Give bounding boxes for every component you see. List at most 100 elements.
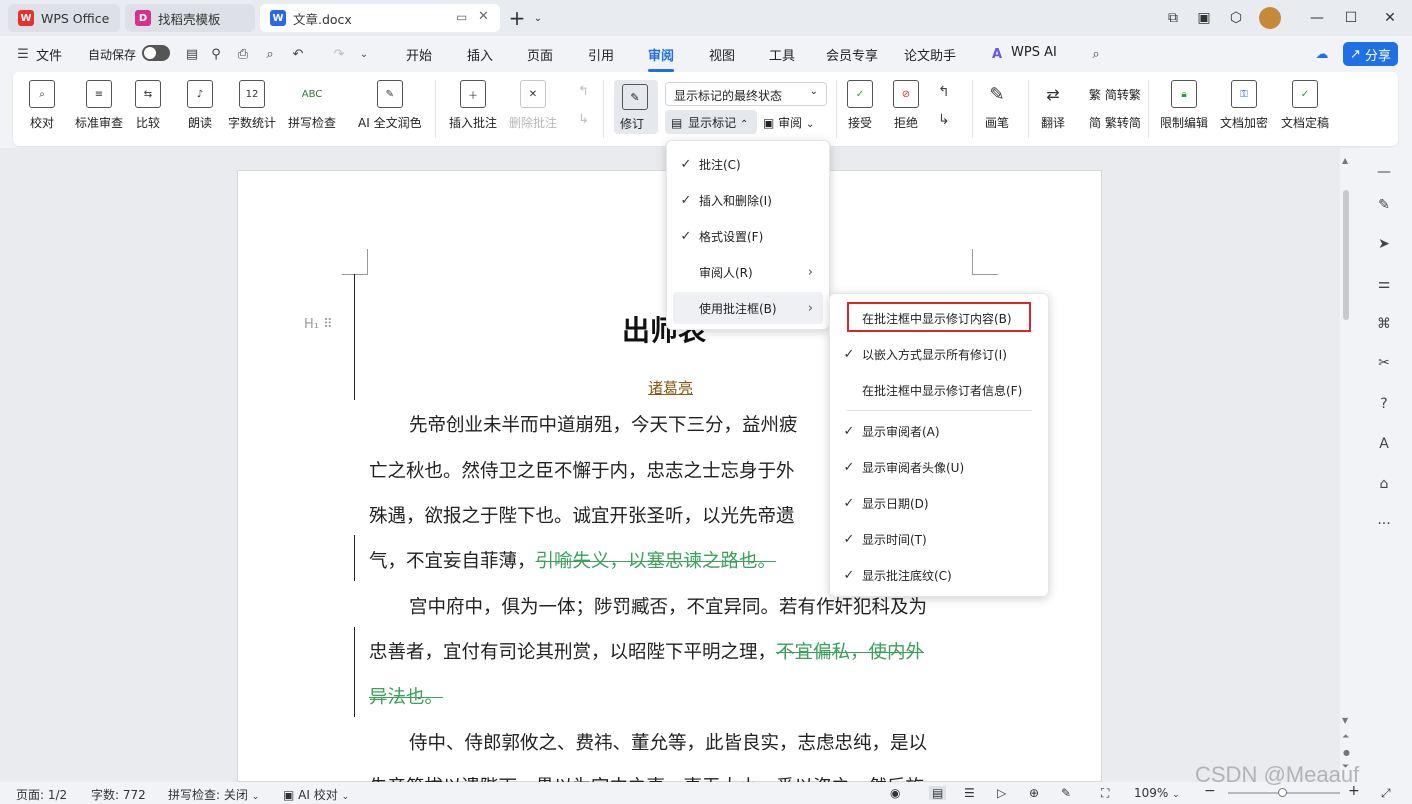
cloud-upload-icon[interactable]: ☁	[1313, 45, 1331, 63]
spell-check-status[interactable]: 拼写检查: 关闭 ⌄	[168, 786, 259, 803]
translate-button[interactable]: ⇄ 翻译	[1040, 80, 1066, 131]
print-icon[interactable]: ⎙	[234, 45, 252, 63]
menu-file[interactable]: 文件	[36, 45, 62, 64]
to-traditional-button[interactable]: 繁 简转繁	[1089, 86, 1141, 103]
word-count-indicator[interactable]: 字数: 772	[91, 786, 146, 803]
next-change-icon[interactable]: ↳	[938, 112, 950, 128]
save-icon[interactable]: ▤	[183, 45, 201, 63]
pin-icon[interactable]: ▭	[456, 10, 467, 24]
menu-page[interactable]: 页面	[527, 45, 553, 64]
insert-comment-button[interactable]: ＋ 插入批注	[449, 80, 497, 131]
menu-item-use-balloons[interactable]: 使用批注框(B) ›	[673, 292, 823, 324]
heading-marker-icon[interactable]: H₁ ⠿	[304, 317, 333, 332]
menu-view[interactable]: 视图	[709, 45, 735, 64]
show-markup-button[interactable]: ▤ 显示标记 ⌃	[665, 110, 757, 134]
eye-icon[interactable]: ◉	[890, 786, 900, 800]
close-tab-icon[interactable]: ✕	[478, 9, 489, 24]
fit-page-icon[interactable]: ⛶	[1101, 786, 1109, 801]
print-preview-icon[interactable]: ⌕	[261, 45, 279, 63]
word-count-button[interactable]: 12 字数统计	[228, 80, 276, 131]
shirt-icon[interactable]: ⌂	[1374, 474, 1394, 494]
search-icon[interactable]: ⌕	[1087, 45, 1105, 63]
menu-reference[interactable]: 引用	[588, 45, 614, 64]
new-tab-icon[interactable]: +	[507, 6, 527, 30]
chevron-down-icon[interactable]: ⌄	[528, 8, 548, 28]
vertical-scrollbar[interactable]: ▲ ▼ ⏶ ● ⏷	[1340, 152, 1354, 782]
scroll-down-icon[interactable]: ▼	[1342, 716, 1348, 725]
menu-item-show-reviewer[interactable]: ✓ 显示审阅者(A)	[836, 415, 1042, 447]
menu-item-show-inline[interactable]: ✓ 以嵌入方式显示所有修订(I)	[836, 338, 1042, 370]
menu-item-show-comment-shading[interactable]: ✓ 显示批注底纹(C)	[836, 559, 1042, 591]
pen-button[interactable]: ✎ 画笔	[984, 80, 1010, 131]
standard-review-button[interactable]: ≡ 标准审查	[75, 80, 123, 131]
screenshot-icon[interactable]: ⧉	[1163, 8, 1183, 28]
tab-docer-templates[interactable]: D 找稻壳模板	[125, 4, 255, 32]
menu-item-insertions-deletions[interactable]: ✓ 插入和删除(I)	[673, 184, 823, 216]
doc-encrypt-button[interactable]: ⚿ 文档加密	[1220, 80, 1268, 131]
close-window-icon[interactable]: ✕	[1380, 8, 1400, 28]
display-state-select[interactable]: 显示标记的最终状态 ⌄	[665, 82, 827, 106]
track-changes-button[interactable]: ✎ 修订	[614, 80, 658, 134]
zoom-level[interactable]: 109% ⌄	[1134, 786, 1180, 800]
tab-document[interactable]: W 文章.docx ▭ ✕	[260, 4, 500, 32]
delete-comment-button[interactable]: ✕ 删除批注	[509, 80, 557, 131]
scroll-up-icon[interactable]: ▲	[1342, 156, 1348, 165]
menu-item-show-reviewer-info[interactable]: 在批注框中显示修订者信息(F)	[836, 374, 1042, 406]
spell-check-button[interactable]: ABC 拼写检查	[288, 80, 336, 131]
zoom-slider[interactable]	[1228, 788, 1340, 797]
pen-mode-icon[interactable]: ✎	[1061, 786, 1071, 800]
menu-item-comments[interactable]: ✓ 批注(C)	[673, 148, 823, 180]
avatar[interactable]	[1259, 7, 1281, 29]
to-simplified-button[interactable]: 简 繁转简	[1089, 114, 1141, 131]
select-browse-icon[interactable]: ●	[1343, 748, 1350, 757]
zoom-slider-thumb[interactable]	[1278, 788, 1287, 797]
select-pointer-icon[interactable]: ➤	[1374, 234, 1394, 254]
doc-finalize-button[interactable]: ✓ 文档定稿	[1281, 80, 1329, 131]
redo-icon[interactable]: ↷	[330, 45, 348, 63]
compare-button[interactable]: ⇆ 比较	[135, 80, 161, 131]
share-button[interactable]: ↗ 分享	[1343, 42, 1398, 66]
more-icon[interactable]: ···	[1374, 514, 1394, 534]
undo-icon[interactable]: ↶	[289, 45, 307, 63]
reject-button[interactable]: ⊘ 拒绝	[893, 80, 919, 131]
ai-polish-button[interactable]: ✎ AI 全文润色	[358, 80, 422, 131]
hamburger-icon[interactable]: ☰	[14, 45, 32, 63]
autosave-toggle[interactable]	[142, 45, 170, 61]
play-icon[interactable]: ▷	[997, 786, 1006, 800]
restrict-edit-button[interactable]: 🔒︎ 限制编辑	[1160, 80, 1208, 131]
collapse-icon[interactable]: —	[1374, 162, 1394, 182]
previous-comment-icon[interactable]: ↰	[578, 84, 589, 99]
ai-proofread-status[interactable]: ▣ AI 校对 ⌄	[283, 786, 349, 803]
window-mode-icon[interactable]: ▣	[1194, 8, 1214, 28]
help-icon[interactable]: ?	[1374, 394, 1394, 414]
menu-item-show-date[interactable]: ✓ 显示日期(D)	[836, 487, 1042, 519]
page-view-icon[interactable]: ▤	[929, 786, 947, 800]
menu-item-formatting[interactable]: ✓ 格式设置(F)	[673, 220, 823, 252]
page-indicator[interactable]: 页面: 1/2	[16, 786, 67, 803]
proofread-button[interactable]: ⌕ 校对	[29, 80, 55, 131]
link-icon[interactable]: ⚲	[207, 45, 225, 63]
tab-wps-office[interactable]: W WPS Office	[8, 4, 120, 32]
previous-change-icon[interactable]: ↰	[938, 84, 950, 100]
adjust-sliders-icon[interactable]: ⚌	[1374, 274, 1394, 294]
read-aloud-button[interactable]: ♪ 朗读	[187, 80, 213, 131]
format-paint-icon[interactable]: ⌘	[1374, 314, 1394, 334]
menu-start[interactable]: 开始	[406, 45, 432, 64]
prev-page-icon[interactable]: ⏶	[1342, 732, 1349, 742]
edit-pen-icon[interactable]: ✎	[1374, 195, 1394, 215]
menu-item-reviewers[interactable]: 审阅人(R) ›	[673, 256, 823, 288]
fullscreen-icon[interactable]: ⤢	[1381, 786, 1391, 801]
menu-item-show-reviewer-avatar[interactable]: ✓ 显示审阅者头像(U)	[836, 451, 1042, 483]
maximize-icon[interactable]: ☐	[1341, 8, 1361, 28]
outline-view-icon[interactable]: ☰	[964, 786, 975, 800]
menu-paper-assistant[interactable]: 论文助手	[904, 45, 956, 64]
tools-icon[interactable]: ✂	[1374, 353, 1394, 373]
menu-member[interactable]: 会员专享	[826, 45, 878, 64]
translate-side-icon[interactable]: A	[1374, 434, 1394, 454]
next-comment-icon[interactable]: ↳	[578, 112, 589, 127]
scroll-thumb[interactable]	[1343, 190, 1349, 320]
menu-item-show-time[interactable]: ✓ 显示时间(T)	[836, 523, 1042, 555]
minimize-icon[interactable]: —	[1307, 8, 1327, 28]
more-chevron-icon[interactable]: ⌄	[355, 45, 373, 63]
menu-insert[interactable]: 插入	[467, 45, 493, 64]
